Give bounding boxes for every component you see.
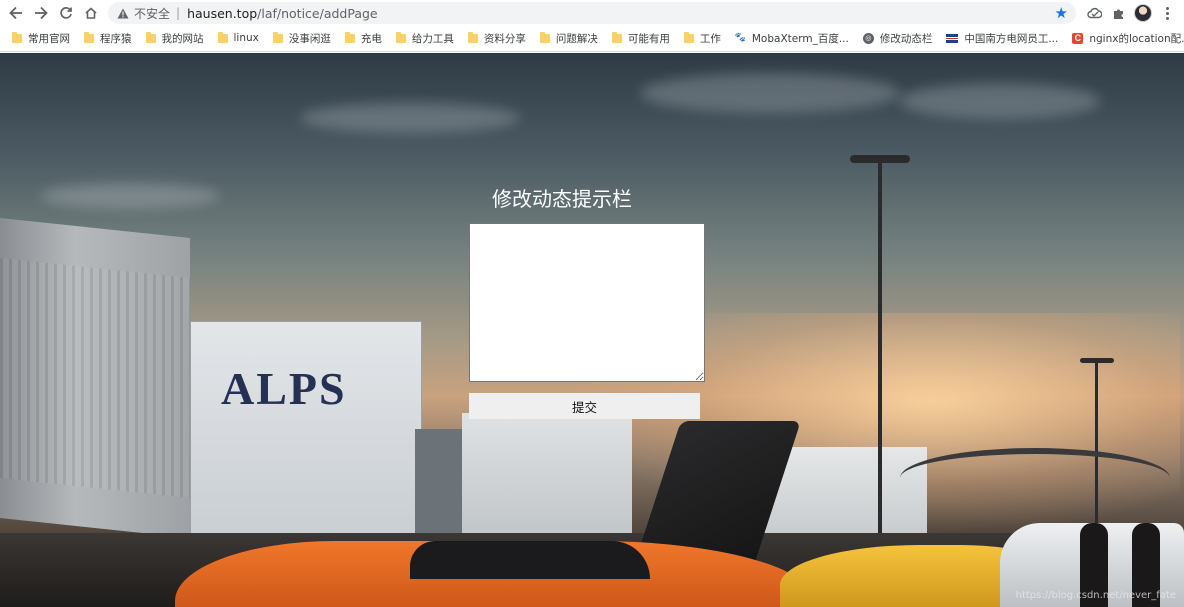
security-label: 不安全 <box>134 6 171 21</box>
folder-icon <box>539 31 550 43</box>
page-content: ALPS https://blog.csdn.net/never_fate 修改… <box>0 53 1184 607</box>
folder-icon <box>467 31 478 43</box>
notice-textarea[interactable] <box>469 223 705 382</box>
folder-icon <box>344 31 355 43</box>
folder-icon <box>12 31 22 43</box>
url-host: hausen.top <box>187 5 258 21</box>
background-building <box>415 429 467 539</box>
car-window <box>410 541 650 579</box>
background-cloud <box>900 83 1100 119</box>
bookmark-label: nginx的location配... <box>1089 32 1184 45</box>
menu-icon[interactable] <box>1160 3 1174 23</box>
bookmark-label: 资料分享 <box>483 32 526 45</box>
bookmark-label: 充电 <box>360 32 382 45</box>
folder-icon <box>395 31 406 43</box>
warning-icon[interactable] <box>116 6 130 20</box>
background-canopy <box>900 448 1170 508</box>
background-cloud <box>300 103 520 133</box>
bookmark-item[interactable]: 工作 <box>683 28 721 48</box>
forward-icon[interactable] <box>31 3 51 23</box>
bookmark-label: 常用官网 <box>28 32 70 45</box>
folder-icon <box>272 31 283 43</box>
star-icon[interactable]: ★ <box>1055 4 1068 22</box>
folder-icon <box>683 31 694 43</box>
csdn-icon: C <box>1072 32 1084 44</box>
omnibox-separator: | <box>176 6 181 20</box>
browser-toolbar: 不安全 | hausen.top/laf/notice/addPage ★ <box>0 0 1184 26</box>
bookmark-label: 可能有用 <box>627 32 670 45</box>
bookmark-label: 没事闲逛 <box>288 32 331 45</box>
extension-icon[interactable] <box>1084 3 1104 23</box>
bookmark-label: linux <box>233 32 259 44</box>
bookmark-item[interactable]: 🐾 MobaXterm_百度... <box>735 28 849 48</box>
globe-icon: ◎ <box>862 32 874 44</box>
page-title: 修改动态提示栏 <box>492 187 632 211</box>
bookmark-item[interactable]: 没事闲逛 <box>272 28 331 48</box>
truck-logo-text: ALPS <box>221 363 347 414</box>
bookmark-item[interactable]: 我的网站 <box>145 28 204 48</box>
browser-chrome: 不安全 | hausen.top/laf/notice/addPage ★ 常用… <box>0 0 1184 52</box>
folder-icon <box>217 31 228 43</box>
back-icon[interactable] <box>6 3 26 23</box>
puzzle-icon[interactable] <box>1108 3 1128 23</box>
background-cloud <box>640 73 900 113</box>
bookmark-label: 我的网站 <box>161 32 204 45</box>
bookmark-item[interactable]: 问题解决 <box>539 28 598 48</box>
bookmark-label: MobaXterm_百度... <box>751 32 849 45</box>
bookmark-label: 工作 <box>699 32 721 45</box>
bookmark-item[interactable]: Cnginx的location配... <box>1072 28 1184 48</box>
bookmark-label: 程序猿 <box>100 32 132 45</box>
flag-icon <box>946 33 959 43</box>
baidu-paw-icon: 🐾 <box>734 32 746 43</box>
bookmark-label: 给力工具 <box>411 32 454 45</box>
bookmark-item[interactable]: linux <box>217 28 259 48</box>
address-bar[interactable]: 不安全 | hausen.top/laf/notice/addPage ★ <box>108 2 1076 24</box>
bookmark-item[interactable]: 给力工具 <box>395 28 454 48</box>
background-truck <box>0 218 190 538</box>
bookmark-item[interactable]: 可能有用 <box>611 28 670 48</box>
folder-icon <box>145 31 156 43</box>
reload-icon[interactable] <box>56 3 76 23</box>
bookmarks-bar: 常用官网 程序猿 我的网站 linux 没事闲逛 充电 给力工具 资料分享 问题解决 可能有用 工作… <box>0 28 1184 48</box>
bookmark-item[interactable]: 充电 <box>344 28 382 48</box>
folder-icon <box>84 31 94 43</box>
watermark: https://blog.csdn.net/never_fate <box>1015 590 1176 601</box>
bookmark-label: 问题解决 <box>555 32 598 45</box>
background-truck-alps: ALPS <box>190 321 422 541</box>
background-truck <box>462 413 632 543</box>
url-path: /laf/notice/addPage <box>257 5 378 21</box>
submit-button[interactable]: 提交 <box>469 393 700 419</box>
bookmark-item[interactable]: 资料分享 <box>467 28 526 48</box>
folder-icon <box>611 31 622 43</box>
bookmark-item[interactable]: 中国南方电网员工... <box>946 28 1058 48</box>
bookmark-label: 修改动态栏 <box>879 32 933 45</box>
bookmark-item[interactable]: 常用官网 <box>12 28 70 48</box>
bookmark-item[interactable]: ◎ 修改动态栏 <box>862 28 933 48</box>
street-lamp <box>878 161 882 571</box>
home-icon[interactable] <box>81 3 101 23</box>
avatar[interactable] <box>1134 4 1152 22</box>
bookmark-label: 中国南方电网员工... <box>964 32 1059 45</box>
bookmark-item[interactable]: 程序猿 <box>84 28 132 48</box>
